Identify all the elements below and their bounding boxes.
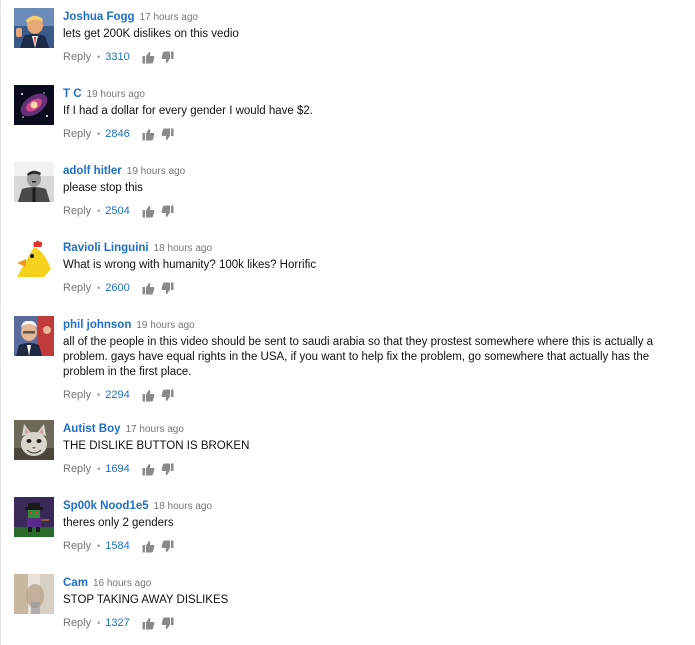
reply-button[interactable]: Reply <box>63 538 91 554</box>
comment-time[interactable]: 18 hours ago <box>154 501 212 512</box>
avatar[interactable] <box>14 420 54 460</box>
comment-text: theres only 2 genders <box>63 517 174 529</box>
thumbs-down-icon[interactable] <box>161 463 174 476</box>
thumbs-up-icon[interactable] <box>142 128 155 141</box>
avatar[interactable] <box>14 574 54 614</box>
reply-button[interactable]: Reply <box>63 49 91 65</box>
author-name[interactable]: Ravioli Linguini <box>63 242 149 254</box>
separator-dot: • <box>97 464 101 474</box>
comment-time[interactable]: 19 hours ago <box>127 166 185 177</box>
avatar[interactable] <box>14 8 54 48</box>
like-count: 2600 <box>105 282 130 294</box>
left-border <box>0 0 1 645</box>
author-name[interactable]: T C <box>63 88 82 100</box>
author-name[interactable]: adolf hitler <box>63 165 122 177</box>
reply-button[interactable]: Reply <box>63 461 91 477</box>
separator-dot: • <box>97 129 101 139</box>
like-count: 2294 <box>105 389 130 401</box>
comment-text: THE DISLIKE BUTTON IS BROKEN <box>63 440 250 452</box>
comment-time[interactable]: 17 hours ago <box>126 424 184 435</box>
reply-button[interactable]: Reply <box>63 280 91 296</box>
comment-text: lets get 200K dislikes on this vedio <box>63 28 239 40</box>
like-count: 1694 <box>105 463 130 475</box>
thumbs-down-icon[interactable] <box>161 128 174 141</box>
reply-button[interactable]: Reply <box>63 126 91 142</box>
like-count: 1327 <box>105 617 130 629</box>
thumbs-down-icon[interactable] <box>161 617 174 630</box>
comment-time[interactable]: 19 hours ago <box>136 320 194 331</box>
separator-dot: • <box>97 390 101 400</box>
comment-time[interactable]: 17 hours ago <box>140 12 198 23</box>
like-count: 3310 <box>105 51 130 63</box>
separator-dot: • <box>97 283 101 293</box>
thumbs-up-icon[interactable] <box>142 51 155 64</box>
thumbs-down-icon[interactable] <box>161 389 174 402</box>
thumbs-up-icon[interactable] <box>142 389 155 402</box>
like-count: 2846 <box>105 128 130 140</box>
avatar[interactable] <box>14 497 54 537</box>
comment-text: If I had a dollar for every gender I wou… <box>63 105 313 117</box>
reply-button[interactable]: Reply <box>63 387 91 403</box>
avatar[interactable] <box>14 316 54 356</box>
thumbs-down-icon[interactable] <box>161 282 174 295</box>
thumbs-up-icon[interactable] <box>142 617 155 630</box>
like-count: 1584 <box>105 540 130 552</box>
comment-text: please stop this <box>63 182 143 194</box>
avatar[interactable] <box>14 85 54 125</box>
separator-dot: • <box>97 206 101 216</box>
separator-dot: • <box>97 52 101 62</box>
thumbs-up-icon[interactable] <box>142 205 155 218</box>
comment-time[interactable]: 16 hours ago <box>93 578 151 589</box>
separator-dot: • <box>97 618 101 628</box>
avatar[interactable] <box>14 162 54 202</box>
author-name[interactable]: Autist Boy <box>63 423 121 435</box>
thumbs-up-icon[interactable] <box>142 540 155 553</box>
comment-text: What is wrong with humanity? 100k likes?… <box>63 259 317 271</box>
thumbs-up-icon[interactable] <box>142 463 155 476</box>
comment-text: STOP TAKING AWAY DISLIKES <box>63 594 229 606</box>
thumbs-down-icon[interactable] <box>161 205 174 218</box>
separator-dot: • <box>97 541 101 551</box>
thumbs-up-icon[interactable] <box>142 282 155 295</box>
author-name[interactable]: Sp00k Nood1e5 <box>63 500 149 512</box>
author-name[interactable]: phil johnson <box>63 319 131 331</box>
author-name[interactable]: Cam <box>63 577 88 589</box>
comment-text: all of the people in this video should b… <box>63 336 654 378</box>
comment-time[interactable]: 18 hours ago <box>154 243 212 254</box>
author-name[interactable]: Joshua Fogg <box>63 11 135 23</box>
thumbs-down-icon[interactable] <box>161 51 174 64</box>
like-count: 2504 <box>105 205 130 217</box>
reply-button[interactable]: Reply <box>63 615 91 631</box>
thumbs-down-icon[interactable] <box>161 540 174 553</box>
reply-button[interactable]: Reply <box>63 203 91 219</box>
comment-time[interactable]: 19 hours ago <box>87 89 145 100</box>
avatar[interactable] <box>14 239 54 279</box>
